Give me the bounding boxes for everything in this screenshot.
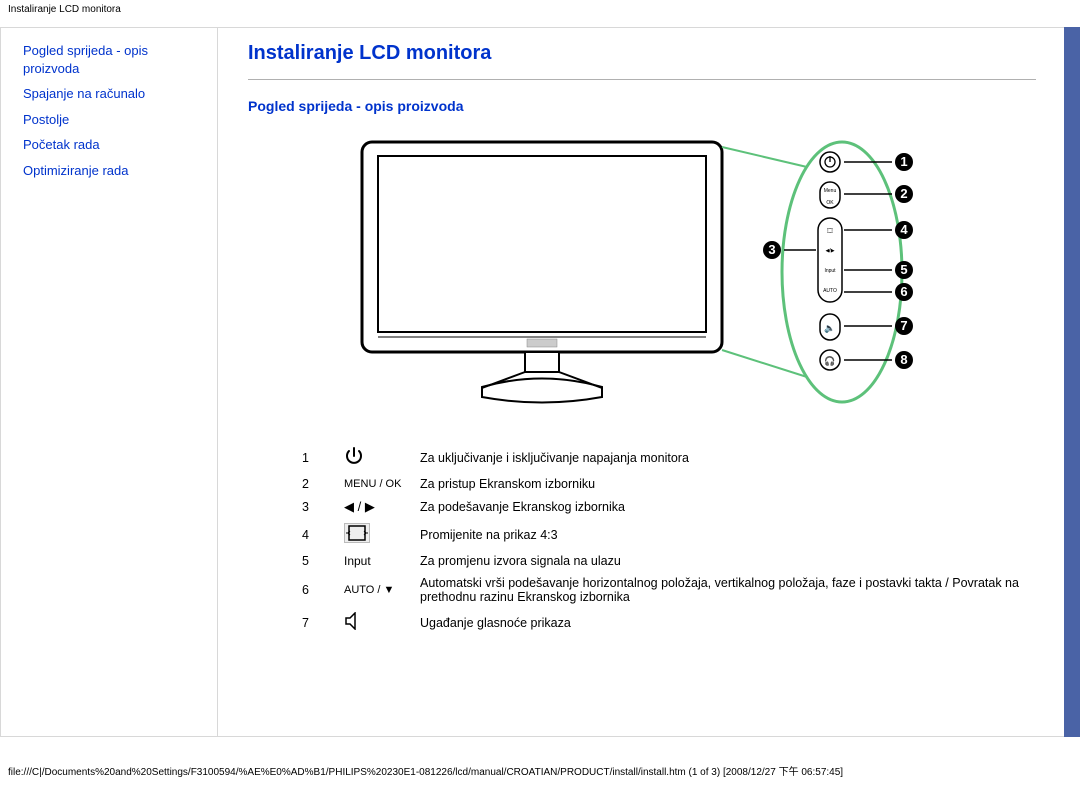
input-label: Input	[336, 550, 412, 572]
sidebar-item-stand[interactable]: Postolje	[23, 111, 201, 129]
svg-text:OK: OK	[826, 200, 834, 206]
legend-num: 3	[294, 495, 336, 519]
legend-num: 5	[294, 550, 336, 572]
svg-text:🎧: 🎧	[824, 355, 835, 366]
legend-num: 6	[294, 572, 336, 608]
svg-text:5: 5	[900, 262, 907, 277]
legend-num: 1	[294, 442, 336, 473]
table-row: 1 Za uključivanje i isključivanje napaja…	[294, 442, 1036, 473]
table-row: 2 MENU / OK Za pristup Ekranskom izborni…	[294, 473, 1036, 495]
svg-text:◀/▶: ◀/▶	[825, 248, 834, 254]
page-header-label: Instaliranje LCD monitora	[0, 0, 1080, 27]
svg-text:Menu: Menu	[824, 188, 837, 194]
button-legend-table: 1 Za uključivanje i isključivanje napaja…	[294, 442, 1036, 637]
svg-text:AUTO: AUTO	[823, 288, 837, 294]
svg-text:Input: Input	[824, 268, 836, 274]
sidebar-item-optimize[interactable]: Optimiziranje rada	[23, 162, 201, 180]
legend-num: 7	[294, 608, 336, 637]
table-row: 7 Ugađanje glasnoće prikaza	[294, 608, 1036, 637]
menu-ok-label: MENU / OK	[336, 473, 412, 495]
aspect-icon	[336, 519, 412, 550]
footer-path: file:///C|/Documents%20and%20Settings/F3…	[0, 737, 1080, 786]
table-row: 3 ◀ / ▶ Za podešavanje Ekranskog izborni…	[294, 495, 1036, 519]
monitor-figure: Menu OK ⬚ ◀/▶ Input AUTO 🔈	[248, 132, 1036, 412]
svg-text:2: 2	[900, 186, 907, 201]
main-content: Instaliranje LCD monitora Pogled sprijed…	[218, 27, 1064, 737]
sidebar: Pogled sprijeda - opis proizvoda Spajanj…	[0, 27, 218, 737]
legend-desc: Za uključivanje i isključivanje napajanj…	[412, 442, 1036, 473]
svg-text:1: 1	[900, 154, 907, 169]
legend-desc: Za promjenu izvora signala na ulazu	[412, 550, 1036, 572]
svg-text:4: 4	[900, 222, 908, 237]
legend-desc: Ugađanje glasnoće prikaza	[412, 608, 1036, 637]
auto-down-label: AUTO / ▼	[336, 572, 412, 608]
legend-desc: Automatski vrši podešavanje horizontalno…	[412, 572, 1036, 608]
svg-text:6: 6	[900, 284, 907, 299]
sidebar-item-front-desc[interactable]: Pogled sprijeda - opis proizvoda	[23, 42, 201, 77]
sidebar-item-start[interactable]: Početak rada	[23, 136, 201, 154]
section-title: Pogled sprijeda - opis proizvoda	[248, 98, 1036, 114]
svg-text:8: 8	[900, 352, 907, 367]
legend-desc: Za podešavanje Ekranskog izbornika	[412, 495, 1036, 519]
divider	[248, 79, 1036, 80]
legend-desc: Promijenite na prikaz 4:3	[412, 519, 1036, 550]
power-icon	[336, 442, 412, 473]
legend-num: 2	[294, 473, 336, 495]
svg-text:3: 3	[768, 242, 775, 257]
table-row: 4 Promijenite na prikaz 4:3	[294, 519, 1036, 550]
sidebar-item-connect[interactable]: Spajanje na računalo	[23, 85, 201, 103]
table-row: 6 AUTO / ▼ Automatski vrši podešavanje h…	[294, 572, 1036, 608]
table-row: 5 Input Za promjenu izvora signala na ul…	[294, 550, 1036, 572]
left-right-icon: ◀ / ▶	[336, 495, 412, 519]
svg-text:⬚: ⬚	[827, 228, 833, 234]
page-title: Instaliranje LCD monitora	[248, 42, 1036, 65]
monitor-diagram: Menu OK ⬚ ◀/▶ Input AUTO 🔈	[332, 132, 952, 412]
content-frame: Pogled sprijeda - opis proizvoda Spajanj…	[0, 27, 1080, 737]
legend-desc: Za pristup Ekranskom izborniku	[412, 473, 1036, 495]
svg-text:7: 7	[900, 318, 907, 333]
svg-text:🔈: 🔈	[824, 323, 835, 334]
legend-num: 4	[294, 519, 336, 550]
speaker-icon	[336, 608, 412, 637]
